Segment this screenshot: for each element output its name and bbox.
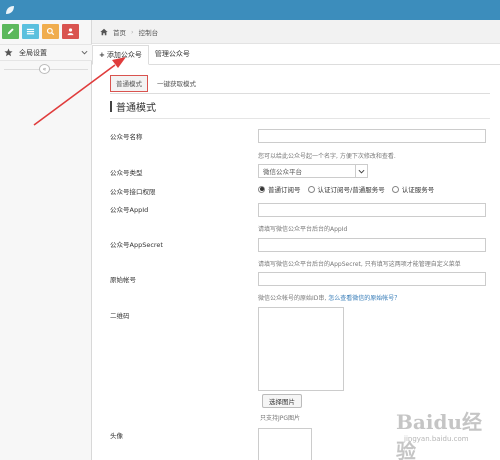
breadcrumb-home-link[interactable]: 首页 bbox=[113, 27, 126, 37]
sidebar-collapse-bar: « bbox=[0, 64, 92, 74]
account-name-input[interactable] bbox=[258, 129, 486, 143]
title-accent-bar bbox=[110, 100, 112, 112]
chevron-down-icon bbox=[81, 50, 88, 55]
upload-help: 只支持JPG图片 bbox=[260, 415, 301, 422]
watermark-url: jingyan.baidu.com bbox=[404, 435, 469, 443]
sidebar-collapse-button[interactable]: « bbox=[39, 64, 50, 74]
section-title-text: 普通模式 bbox=[116, 102, 156, 114]
radio-label: 普通订阅号 bbox=[268, 186, 301, 194]
qrcode-preview-box bbox=[258, 307, 344, 391]
avatar-preview-box bbox=[258, 428, 312, 460]
sidebar: 全局设置 « bbox=[0, 20, 92, 460]
breadcrumb: 首页 › 控制台 bbox=[92, 20, 500, 44]
tab-manage-accounts[interactable]: 管理公众号 bbox=[149, 44, 196, 64]
pencil-icon bbox=[7, 28, 14, 35]
tab-label: 管理公众号 bbox=[154, 50, 190, 58]
baidu-watermark: Baidu经验 jingyan.baidu.com bbox=[382, 402, 494, 460]
appsecret-input[interactable] bbox=[258, 238, 486, 252]
radio-button[interactable] bbox=[391, 185, 399, 193]
star-icon bbox=[4, 48, 13, 57]
quick-grid-button[interactable] bbox=[22, 24, 39, 39]
breadcrumb-current: 控制台 bbox=[138, 28, 159, 37]
permission-label: 公众号接口权限 bbox=[110, 188, 156, 196]
watermark-text: Baidu经验 bbox=[396, 410, 482, 460]
tab-bar: + 添加公众号 管理公众号 bbox=[92, 45, 500, 65]
qrcode-label: 二维码 bbox=[110, 312, 130, 320]
appid-input[interactable] bbox=[258, 203, 486, 217]
grid-icon bbox=[26, 28, 35, 35]
appsecret-help: 请填写微信公众平台后台的AppSecret, 只有填写这两项才能管理自定义菜单 bbox=[258, 261, 461, 268]
name-help: 您可以给此公众号起一个名字, 方便下次修改和查看. bbox=[258, 153, 396, 160]
original-account-help: 微信公众帐号的原始ID串, 怎么查看微信的原始帐号？ bbox=[258, 293, 400, 302]
choose-image-button[interactable]: 选择图片 bbox=[262, 394, 302, 408]
radio-option-verified-subscription[interactable]: 认证订阅号/普通服务号 bbox=[307, 184, 385, 194]
radio-button[interactable] bbox=[258, 185, 265, 193]
type-label: 公众号类型 bbox=[110, 169, 143, 177]
radio-option-verified-service[interactable]: 认证服务号 bbox=[391, 184, 435, 194]
radio-label: 认证订阅号/普通服务号 bbox=[317, 186, 385, 194]
chevron-down-icon bbox=[355, 165, 367, 177]
help-text: 微信公众帐号的原始ID串, bbox=[258, 295, 327, 302]
leaf-logo-icon bbox=[6, 6, 14, 14]
appid-help: 请填写微信公众平台后台的AppId bbox=[258, 226, 348, 233]
top-bar bbox=[0, 0, 500, 20]
account-type-select[interactable]: 微信公众平台 bbox=[258, 164, 368, 178]
divider bbox=[110, 118, 490, 119]
quick-search-button[interactable] bbox=[42, 24, 59, 39]
divider bbox=[110, 93, 490, 94]
appid-label: 公众号AppId bbox=[110, 206, 149, 214]
original-account-label: 原始帐号 bbox=[110, 276, 136, 284]
radio-label: 认证服务号 bbox=[401, 186, 435, 194]
how-to-find-original-id-link[interactable]: 怎么查看微信的原始帐号？ bbox=[328, 295, 400, 302]
quick-edit-button[interactable] bbox=[2, 24, 19, 39]
breadcrumb-separator: › bbox=[131, 27, 134, 36]
search-icon bbox=[46, 27, 55, 36]
quick-user-button[interactable] bbox=[62, 24, 79, 39]
quick-buttons bbox=[2, 24, 79, 39]
tab-add-account[interactable]: + 添加公众号 bbox=[92, 45, 149, 65]
radio-button[interactable] bbox=[307, 185, 315, 193]
tab-label: 添加公众号 bbox=[106, 51, 142, 59]
appsecret-label: 公众号AppSecret bbox=[110, 241, 163, 249]
sidebar-item-global-settings[interactable]: 全局设置 bbox=[0, 44, 92, 61]
mode-one-click-button[interactable]: 一键获取模式 bbox=[152, 75, 201, 92]
selected-value: 微信公众平台 bbox=[263, 168, 302, 176]
mode-normal-button[interactable]: 普通模式 bbox=[110, 74, 148, 92]
home-icon bbox=[100, 28, 108, 35]
mode-switch: 普通模式 一键获取模式 bbox=[110, 73, 201, 93]
permission-radio-group: 普通订阅号 认证订阅号/普通服务号 认证服务号 bbox=[258, 184, 441, 194]
plus-icon: + bbox=[99, 51, 105, 59]
radio-option-basic-subscription[interactable]: 普通订阅号 bbox=[258, 184, 301, 194]
sidebar-item-label: 全局设置 bbox=[19, 48, 47, 57]
original-account-input[interactable] bbox=[258, 272, 486, 286]
avatar-label: 头像 bbox=[110, 432, 123, 440]
section-title: 普通模式 bbox=[110, 100, 156, 114]
user-icon bbox=[67, 28, 74, 36]
name-label: 公众号名称 bbox=[110, 133, 143, 141]
